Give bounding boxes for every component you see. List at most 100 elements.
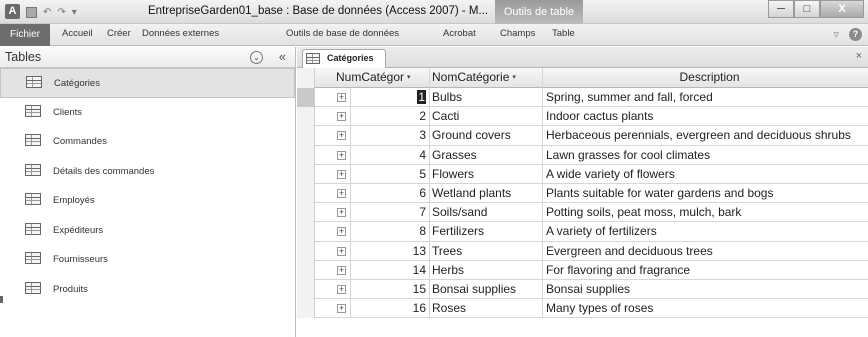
record-selector[interactable] — [297, 299, 315, 319]
table-row[interactable]: + 3 Ground covers Herbaceous perennials,… — [297, 126, 868, 146]
cell-num[interactable]: 14 — [333, 260, 430, 280]
table-row[interactable]: + 2 Cacti Indoor cactus plants — [297, 107, 868, 127]
undo-icon[interactable]: ↶ — [43, 7, 51, 18]
column-header-nomcategorie[interactable]: NomCatégorie ▾ — [430, 68, 543, 88]
minimize-ribbon-icon[interactable]: ▿ — [833, 28, 839, 41]
cell-num[interactable]: 2 — [333, 107, 430, 127]
cell-name[interactable]: Trees — [430, 241, 543, 261]
record-selector[interactable] — [297, 241, 315, 261]
cell-name[interactable]: Cacti — [430, 107, 543, 127]
nav-pane-header[interactable]: Tables ⌄ « — [0, 47, 295, 68]
cell-num[interactable]: 3 — [333, 126, 430, 146]
column-header-numcategorie[interactable]: NumCatégor ▾ — [333, 68, 430, 88]
nav-item-employes[interactable]: Employés — [0, 186, 295, 216]
table-row[interactable]: + 7 Soils/sand Potting soils, peat moss,… — [297, 203, 868, 223]
tab-champs[interactable]: Champs — [500, 28, 535, 39]
table-row[interactable]: + 8 Fertilizers A variety of fertilizers — [297, 222, 868, 242]
navigation-pane: Tables ⌄ « Catégories Clients Commandes … — [0, 47, 296, 337]
tab-acrobat[interactable]: Acrobat — [443, 28, 476, 39]
nav-item-clients[interactable]: Clients — [0, 98, 295, 128]
table-row[interactable]: + 4 Grasses Lawn grasses for cool climat… — [297, 145, 868, 165]
cell-num[interactable]: 1 — [333, 88, 430, 108]
cell-name[interactable]: Bonsai supplies — [430, 279, 543, 300]
cell-num[interactable]: 5 — [333, 164, 430, 184]
sort-filter-icon[interactable]: ▾ — [512, 74, 516, 81]
tab-table[interactable]: Table — [552, 28, 575, 39]
close-button[interactable]: X — [820, 0, 864, 18]
cell-num[interactable]: 7 — [333, 203, 430, 223]
save-icon[interactable] — [26, 6, 37, 18]
table-row[interactable]: + 14 Herbs For flavoring and fragrance — [297, 260, 868, 280]
cell-description[interactable]: Bonsai supplies — [543, 280, 868, 299]
nav-item-categories[interactable]: Catégories — [0, 68, 295, 98]
column-header-description[interactable]: Description — [543, 68, 868, 88]
cell-num[interactable]: 13 — [333, 241, 430, 261]
record-selector[interactable] — [297, 107, 315, 127]
cell-num[interactable]: 8 — [333, 222, 430, 242]
select-all-corner[interactable] — [297, 68, 315, 88]
cell-description[interactable]: Evergreen and deciduous trees — [543, 242, 868, 261]
table-row[interactable]: + 16 Roses Many types of roses — [297, 299, 868, 319]
nav-item-details-des-commandes[interactable]: Détails des commandes — [0, 157, 295, 187]
record-selector[interactable] — [297, 260, 315, 280]
cell-description[interactable]: A wide variety of flowers — [543, 165, 868, 184]
record-selector[interactable] — [297, 164, 315, 184]
cell-description[interactable]: Plants suitable for water gardens and bo… — [543, 184, 868, 203]
nav-item-commandes[interactable]: Commandes — [0, 127, 295, 157]
cell-num[interactable]: 6 — [333, 183, 430, 204]
cell-name[interactable]: Bulbs — [430, 88, 543, 108]
table-row[interactable]: + 1 Bulbs Spring, summer and fall, force… — [297, 88, 868, 108]
chevron-down-icon[interactable]: ⌄ — [250, 51, 263, 64]
record-selector[interactable] — [297, 183, 315, 204]
customize-toolbar-icon[interactable]: ▾ — [72, 7, 77, 18]
cell-name[interactable]: Flowers — [430, 164, 543, 184]
nav-item-expediteurs[interactable]: Expéditeurs — [0, 216, 295, 246]
cell-name[interactable]: Herbs — [430, 260, 543, 280]
table-row[interactable]: + 15 Bonsai supplies Bonsai supplies — [297, 279, 868, 300]
record-selector[interactable] — [297, 222, 315, 242]
record-selector[interactable] — [297, 279, 315, 300]
cell-num[interactable]: 4 — [333, 145, 430, 165]
help-icon[interactable]: ? — [849, 28, 862, 41]
access-app-icon[interactable]: A — [5, 4, 20, 19]
tab-donnees-externes[interactable]: Données externes — [142, 28, 219, 39]
nav-pane-title: Tables — [5, 50, 42, 64]
table-row[interactable]: + 13 Trees Evergreen and deciduous trees — [297, 241, 868, 261]
cell-description[interactable]: Herbaceous perennials, evergreen and dec… — [543, 126, 868, 145]
tab-accueil[interactable]: Accueil — [62, 28, 93, 39]
close-document-icon[interactable]: × — [856, 50, 862, 62]
cell-description[interactable]: Indoor cactus plants — [543, 107, 868, 126]
cell-num[interactable]: 16 — [333, 299, 430, 319]
cell-description[interactable]: Many types of roses — [543, 299, 868, 318]
cell-name[interactable]: Ground covers — [430, 126, 543, 146]
tab-creer[interactable]: Créer — [107, 28, 131, 39]
collapse-pane-icon[interactable]: « — [279, 49, 286, 64]
cell-name[interactable]: Fertilizers — [430, 222, 543, 242]
table-row[interactable]: + 5 Flowers A wide variety of flowers — [297, 164, 868, 184]
context-tab-group-title: Outils de table — [495, 0, 583, 24]
cell-name[interactable]: Roses — [430, 299, 543, 319]
redo-icon[interactable]: ↷ — [57, 7, 65, 18]
minimize-button[interactable]: ─ — [768, 0, 794, 18]
cell-description[interactable]: Lawn grasses for cool climates — [543, 146, 868, 165]
cell-description[interactable]: A variety of fertilizers — [543, 222, 868, 241]
cell-num[interactable]: 15 — [333, 279, 430, 300]
cell-name[interactable]: Grasses — [430, 145, 543, 165]
record-selector[interactable] — [297, 145, 315, 165]
cell-description[interactable]: Spring, summer and fall, forced — [543, 88, 868, 107]
cell-name[interactable]: Wetland plants — [430, 183, 543, 204]
tab-outils-base-de-donnees[interactable]: Outils de base de données — [286, 28, 399, 39]
document-tab-categories[interactable]: Catégories — [302, 49, 386, 68]
cell-description[interactable]: Potting soils, peat moss, mulch, bark — [543, 203, 868, 222]
sort-filter-icon[interactable]: ▾ — [407, 74, 411, 81]
table-row[interactable]: + 6 Wetland plants Plants suitable for w… — [297, 183, 868, 204]
tab-fichier[interactable]: Fichier — [0, 24, 50, 46]
cell-description[interactable]: For flavoring and fragrance — [543, 261, 868, 280]
cell-name[interactable]: Soils/sand — [430, 203, 543, 223]
nav-item-fournisseurs[interactable]: Fournisseurs — [0, 245, 295, 275]
record-selector[interactable] — [297, 126, 315, 146]
record-selector[interactable] — [297, 203, 315, 223]
maximize-button[interactable]: □ — [794, 0, 820, 18]
nav-item-produits[interactable]: Produits — [0, 275, 295, 305]
record-selector[interactable] — [297, 88, 315, 108]
